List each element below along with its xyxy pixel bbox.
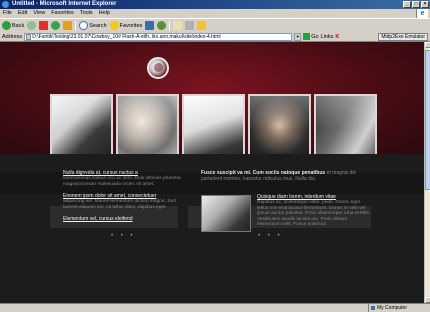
back-button[interactable]: Back xyxy=(2,20,24,32)
forward-arrow-icon xyxy=(27,21,37,30)
menu-bar: File Edit View Favorites Tools Help e xyxy=(0,9,430,18)
search-button[interactable]: Search xyxy=(79,20,107,32)
scroll-up-icon[interactable] xyxy=(425,42,430,48)
page-icon xyxy=(26,33,32,40)
toolbar-separator xyxy=(169,20,171,31)
go-button[interactable]: Go xyxy=(303,33,319,40)
right-column: Fusce suscipit va mi. Cum sociis natoque… xyxy=(201,170,371,232)
search-icon xyxy=(79,21,89,30)
folder-icon[interactable] xyxy=(197,21,207,30)
news-item: Nulla dignvida at, cursus nuctus a lorem… xyxy=(63,170,181,187)
ie-app-icon xyxy=(2,1,9,8)
photo-shine xyxy=(184,96,243,130)
menu-favorites[interactable]: Favorites xyxy=(51,9,74,18)
refresh-icon[interactable] xyxy=(51,21,61,30)
photo-shine xyxy=(250,96,309,130)
kaspersky-icon[interactable]: K xyxy=(335,34,339,40)
go-arrow-icon xyxy=(303,33,311,40)
news-text: loremanenas finibus orci ac sem. Duis ul… xyxy=(63,176,181,187)
history-icon[interactable] xyxy=(157,21,167,30)
window-title: Untitled - Microsoft Internet Explorer xyxy=(12,1,117,7)
links-button[interactable]: Links xyxy=(321,34,334,40)
favorites-button[interactable]: Favorites xyxy=(109,20,143,32)
window-controls: _ □ × xyxy=(403,1,429,8)
menu-help[interactable]: Help xyxy=(99,9,110,18)
right-dots: • • • xyxy=(258,233,283,239)
mail-icon[interactable] xyxy=(173,21,183,30)
news-link[interactable]: Elementum vel, cursus eleifend xyxy=(63,216,181,222)
feature-text: Dapibus ac, scelerisque vitae, pede. Don… xyxy=(257,200,371,228)
stop-icon[interactable] xyxy=(39,21,49,30)
back-arrow-icon xyxy=(2,21,11,30)
security-zone: My Computer xyxy=(368,304,428,312)
menu-edit[interactable]: Edit xyxy=(18,9,27,18)
back-label: Back xyxy=(12,22,25,29)
address-dropdown-icon[interactable]: ▼ xyxy=(294,32,302,41)
menu-file[interactable]: File xyxy=(3,9,12,18)
minimize-button[interactable]: _ xyxy=(403,1,411,8)
standard-toolbar: Back Search Favorites xyxy=(0,18,430,32)
feature-photo[interactable] xyxy=(201,195,251,232)
news-text: adipiscing elit. Mauris fermentum dictum… xyxy=(63,199,176,210)
toolbar-separator xyxy=(75,20,77,31)
globe-logo-icon xyxy=(147,57,169,79)
address-label: Address xyxy=(2,33,23,40)
address-bar: Address D:\Funtik\Testing\23.01.07\Cowbo… xyxy=(0,32,430,42)
photo-shine xyxy=(118,96,177,130)
address-input[interactable]: D:\Funtik\Testing\23.01.07\Cowboy_10# Fl… xyxy=(24,32,293,41)
print-icon[interactable] xyxy=(185,21,195,30)
vertical-scrollbar[interactable] xyxy=(424,42,430,303)
news-list: Nulla dignvida at, cursus nuctus a lorem… xyxy=(63,170,181,228)
left-dots: • • • xyxy=(111,233,136,239)
intro-paragraph: Fusce suscipit va mi. Cum sociis natoque… xyxy=(201,170,371,182)
maximize-button[interactable]: □ xyxy=(412,1,420,8)
menu-view[interactable]: View xyxy=(33,9,45,18)
feature-body: Quisque diam lorem, interdum vitae Dapib… xyxy=(257,194,371,228)
media-icon[interactable] xyxy=(145,21,155,30)
photo-shine xyxy=(316,96,375,130)
photo-shine xyxy=(52,96,111,130)
title-bar: Untitled - Microsoft Internet Explorer _… xyxy=(0,0,430,9)
news-item: Elementum vel, cursus eleifend xyxy=(63,216,181,222)
windows-logo-icon: e xyxy=(416,9,428,18)
midp-emulator-button[interactable]: Midp2Exe Emulator xyxy=(378,33,428,41)
home-icon[interactable] xyxy=(63,21,73,30)
search-label: Search xyxy=(89,22,107,29)
favorites-star-icon xyxy=(109,21,119,30)
favorites-label: Favorites xyxy=(119,22,143,29)
address-url: D:\Funtik\Testing\23.01.07\Cowboy_10# Fl… xyxy=(32,33,221,40)
forward-button[interactable] xyxy=(27,20,37,32)
scroll-thumb[interactable] xyxy=(425,50,430,190)
news-item: Enonem ipsm dolor sit amet, consectetuer… xyxy=(63,193,181,210)
menu-tools[interactable]: Tools xyxy=(80,9,93,18)
go-label: Go xyxy=(311,33,319,40)
hero-banner xyxy=(0,42,424,172)
close-button[interactable]: × xyxy=(421,1,429,8)
status-bar: My Computer xyxy=(0,303,430,312)
page-viewport: • • • • • • Nulla dignvida at, cursus nu… xyxy=(0,42,424,303)
